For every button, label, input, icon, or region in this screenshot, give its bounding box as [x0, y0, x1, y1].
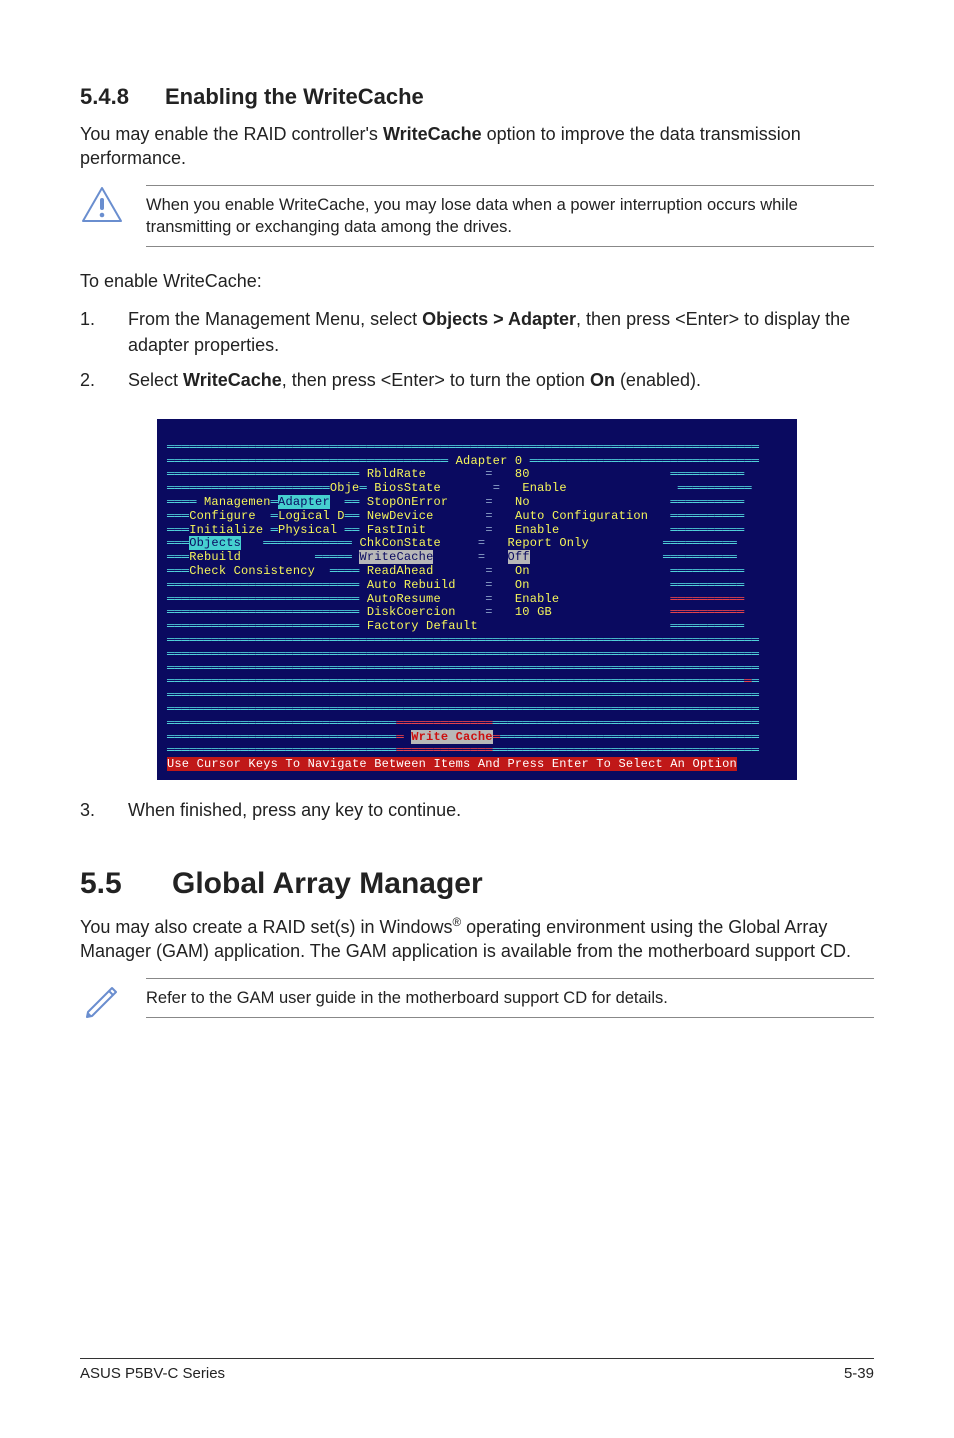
step2-pre: Select [128, 370, 183, 390]
intro-bold: WriteCache [383, 124, 482, 144]
val-writecache: Off [508, 550, 530, 564]
val-rbldrate: 80 [515, 467, 530, 481]
val-newdevice: Auto Configuration [515, 509, 648, 523]
val-diskcoercion: 10 GB [515, 605, 552, 619]
info-note-text: Refer to the GAM user guide in the mothe… [146, 978, 874, 1018]
menu-initialize: Initialize [189, 523, 263, 537]
section-heading: 5.5Global Array Manager [80, 867, 874, 901]
section-number: 5.5 [80, 867, 172, 901]
step2-post: (enabled). [615, 370, 701, 390]
prop-autorebuild: Auto Rebuild [367, 578, 456, 592]
val-fastinit: Enable [515, 523, 559, 537]
footer-left: ASUS P5BV-C Series [80, 1365, 225, 1382]
val-autorebuild: On [515, 578, 530, 592]
procedure-label: To enable WriteCache: [80, 269, 874, 293]
step-2: 2. Select WriteCache, then press <Enter>… [80, 368, 874, 393]
menu-management: Managemen [204, 495, 271, 509]
val-stoponerror: No [515, 495, 530, 509]
menu-rebuild: Rebuild [189, 550, 241, 564]
registered-mark: ® [452, 916, 461, 929]
step1-pre: From the Management Menu, select [128, 309, 422, 329]
step-number: 1. [80, 307, 128, 357]
warning-note: When you enable WriteCache, you may lose… [80, 185, 874, 248]
prop-chkconstate: ChkConState [359, 536, 440, 550]
subsection-title: Enabling the WriteCache [165, 84, 424, 109]
val-chkconstate: Report Only [508, 536, 589, 550]
steps-list-cont: 3. When finished, press any key to conti… [80, 798, 874, 823]
page-footer: ASUS P5BV-C Series 5-39 [80, 1358, 874, 1382]
step-number: 3. [80, 798, 128, 823]
popup-writecache: Write Cache [411, 730, 492, 744]
submenu-adapter: Adapter [278, 495, 330, 509]
step2-bold2: On [590, 370, 615, 390]
intro-pre: You may enable the RAID controller's [80, 124, 383, 144]
prop-stoponerror: StopOnError [367, 495, 448, 509]
info-note: Refer to the GAM user guide in the mothe… [80, 978, 874, 1018]
prop-diskcoercion: DiskCoercion [367, 605, 456, 619]
step-1: 1. From the Management Menu, select Obje… [80, 307, 874, 357]
menu-checkconsistency: Check Consistency [189, 564, 315, 578]
note-icon [80, 978, 124, 1018]
steps-list: 1. From the Management Menu, select Obje… [80, 307, 874, 393]
warning-icon [80, 185, 124, 225]
val-readahead: On [515, 564, 530, 578]
prop-readahead: ReadAhead [367, 564, 434, 578]
prop-autoresume: AutoResume [367, 592, 441, 606]
terminal-statusbar: Use Cursor Keys To Navigate Between Item… [167, 757, 737, 771]
footer-right: 5-39 [844, 1365, 874, 1382]
submenu-obje: Obje [330, 481, 360, 495]
step-3: 3. When finished, press any key to conti… [80, 798, 874, 823]
section2-body: You may also create a RAID set(s) in Win… [80, 915, 874, 964]
submenu-logical: Logical D [278, 509, 345, 523]
subsection-number: 5.4.8 [80, 84, 165, 110]
step-number: 2. [80, 368, 128, 393]
terminal-header: Adapter 0 [456, 454, 523, 468]
menu-objects: Objects [189, 536, 241, 550]
body-pre: You may also create a RAID set(s) in Win… [80, 917, 452, 937]
terminal-screen: ════════════════════════════════════════… [157, 419, 797, 780]
intro-paragraph: You may enable the RAID controller's Wri… [80, 122, 874, 171]
section-title: Global Array Manager [172, 867, 483, 900]
step1-bold: Objects > Adapter [422, 309, 576, 329]
terminal-figure: ════════════════════════════════════════… [80, 419, 874, 780]
submenu-physical: Physical [278, 523, 337, 537]
menu-configure: Configure [189, 509, 256, 523]
prop-newdevice: NewDevice [367, 509, 434, 523]
prop-biosstate: BiosState [374, 481, 441, 495]
prop-rbldrate: RbldRate [367, 467, 426, 481]
prop-factorydefault: Factory Default [367, 619, 478, 633]
subsection-heading: 5.4.8Enabling the WriteCache [80, 84, 874, 110]
prop-writecache: WriteCache [359, 550, 433, 564]
warning-text: When you enable WriteCache, you may lose… [146, 185, 874, 248]
prop-fastinit: FastInit [367, 523, 426, 537]
val-autoresume: Enable [515, 592, 559, 606]
val-biosstate: Enable [522, 481, 566, 495]
step2-mid: , then press <Enter> to turn the option [282, 370, 590, 390]
step3-text: When finished, press any key to continue… [128, 798, 874, 823]
step2-bold1: WriteCache [183, 370, 282, 390]
